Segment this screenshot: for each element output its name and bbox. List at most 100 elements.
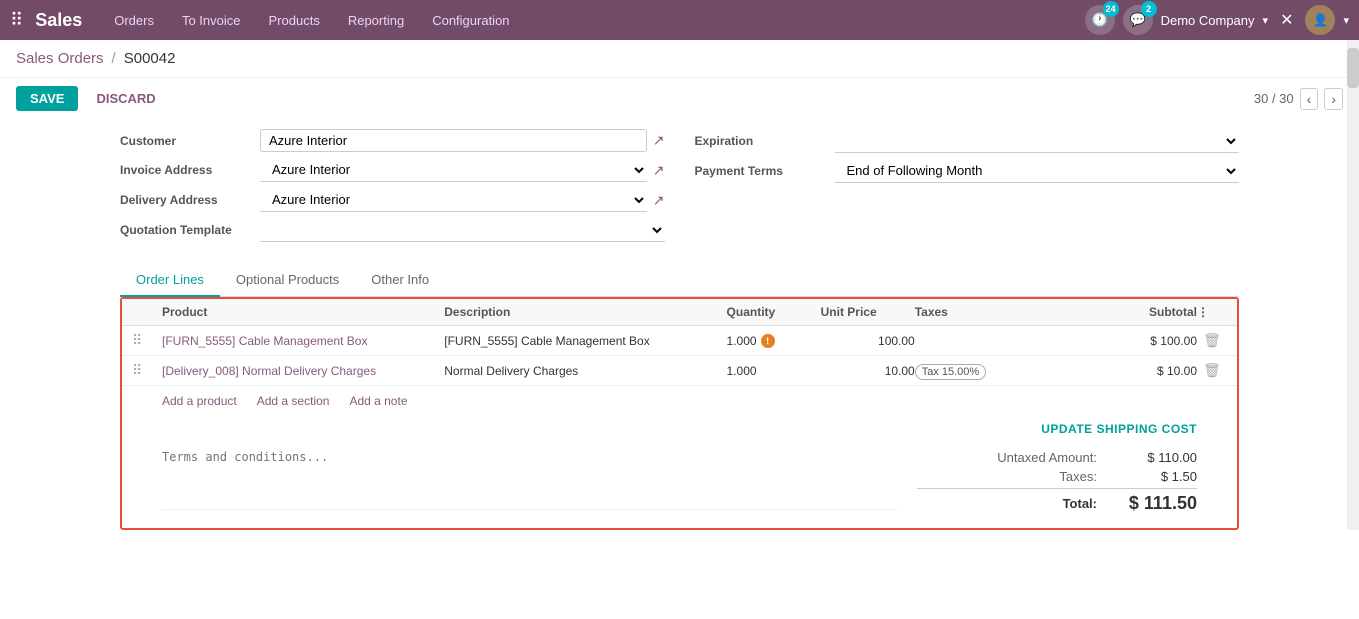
product-name-2[interactable]: [Delivery_008] Normal Delivery Charges — [162, 364, 444, 378]
add-section-link[interactable]: Add a section — [257, 394, 330, 408]
customer-input[interactable] — [260, 129, 647, 152]
product-name-1[interactable]: [FURN_5555] Cable Management Box — [162, 334, 444, 348]
breadcrumb-parent[interactable]: Sales Orders — [16, 50, 104, 67]
save-button[interactable]: SAVE — [16, 86, 78, 111]
expiration-field-row: Expiration — [695, 129, 1240, 153]
header-unit-price: Unit Price — [821, 305, 915, 319]
totals-table: Untaxed Amount: $ 110.00 Taxes: $ 1.50 T… — [917, 450, 1197, 518]
untaxed-label: Untaxed Amount: — [967, 450, 1097, 465]
shipping-row: UPDATE SHIPPING COST — [122, 416, 1237, 442]
invoice-address-value: Azure Interior ↗ — [260, 158, 665, 182]
quotation-template-value — [260, 218, 665, 242]
terms-input[interactable] — [162, 450, 897, 510]
drag-handle[interactable]: ⠿ — [132, 332, 162, 349]
add-product-link[interactable]: Add a product — [162, 394, 237, 408]
subtotal-2: $ 10.00 — [1056, 364, 1197, 378]
header-description: Description — [444, 305, 726, 319]
scroll-thumb[interactable] — [1347, 48, 1359, 88]
toolbar: SAVE DISCARD 30 / 30 ‹ › — [0, 78, 1359, 119]
quantity-1: 1.000 ! — [727, 334, 821, 348]
breadcrumb-separator: / — [112, 50, 116, 67]
top-navigation: ⠿ Sales Orders To Invoice Products Repor… — [0, 0, 1359, 40]
tabs-bar: Order Lines Optional Products Other Info — [120, 264, 1239, 297]
pagination: 30 / 30 ‹ › — [1254, 88, 1343, 110]
company-dropdown-arrow[interactable]: ▾ — [1263, 14, 1269, 27]
taxes-row: Taxes: $ 1.50 — [917, 469, 1197, 484]
tax-badge: Tax 15.00% — [915, 364, 986, 380]
invoice-address-label: Invoice Address — [120, 163, 260, 177]
nav-orders[interactable]: Orders — [102, 7, 166, 34]
user-dropdown-arrow[interactable]: ▾ — [1343, 14, 1349, 27]
invoice-address-external-link[interactable]: ↗ — [653, 162, 665, 179]
payment-terms-select[interactable]: End of Following Month — [835, 159, 1240, 183]
nav-to-invoice[interactable]: To Invoice — [170, 7, 253, 34]
add-note-link[interactable]: Add a note — [349, 394, 407, 408]
quotation-template-select[interactable] — [260, 218, 665, 242]
activity-button[interactable]: 🕐 24 — [1085, 5, 1115, 35]
customer-external-link[interactable]: ↗ — [653, 132, 665, 149]
nav-links: Orders To Invoice Products Reporting Con… — [102, 7, 1084, 34]
expiration-value — [835, 129, 1240, 153]
taxes-2: Tax 15.00% — [915, 364, 1056, 378]
quantity-info-icon[interactable]: ! — [761, 334, 775, 348]
activity-badge: 24 — [1103, 1, 1119, 17]
drag-handle-2[interactable]: ⠿ — [132, 362, 162, 379]
scrollbar[interactable] — [1347, 40, 1359, 530]
table-row: ⠿ [Delivery_008] Normal Delivery Charges… — [122, 356, 1237, 386]
company-name[interactable]: Demo Company — [1161, 13, 1255, 28]
customer-field-row: Customer ↗ — [120, 129, 665, 152]
delete-row-2[interactable]: 🗑 — [1197, 362, 1227, 379]
user-avatar[interactable]: 👤 — [1305, 5, 1335, 35]
header-product: Product — [162, 305, 444, 319]
form-section: Customer ↗ Invoice Address Azure Interio… — [0, 119, 1359, 248]
unit-price-1[interactable]: 100.00 — [821, 334, 915, 348]
tab-optional-products[interactable]: Optional Products — [220, 264, 355, 297]
terms-area — [162, 450, 897, 518]
header-subtotal: Subtotal — [1056, 305, 1197, 319]
quantity-2: 1.000 — [727, 364, 821, 378]
untaxed-value: $ 110.00 — [1117, 450, 1197, 465]
taxes-value: $ 1.50 — [1117, 469, 1197, 484]
untaxed-amount-row: Untaxed Amount: $ 110.00 — [917, 450, 1197, 465]
expiration-select[interactable] — [835, 129, 1240, 153]
delete-row-1[interactable]: 🗑 — [1197, 332, 1227, 349]
tab-order-lines[interactable]: Order Lines — [120, 264, 220, 297]
apps-icon[interactable]: ⠿ — [10, 10, 23, 31]
app-name: Sales — [35, 10, 82, 31]
total-label: Total: — [967, 496, 1097, 511]
quotation-template-label: Quotation Template — [120, 223, 260, 237]
nav-products[interactable]: Products — [257, 7, 332, 34]
payment-terms-label: Payment Terms — [695, 164, 835, 178]
prev-record-button[interactable]: ‹ — [1300, 88, 1319, 110]
breadcrumb: Sales Orders / S00042 — [0, 40, 1359, 78]
discard-button[interactable]: DISCARD — [86, 86, 165, 111]
toolbar-actions: SAVE DISCARD — [16, 86, 166, 111]
delivery-address-external-link[interactable]: ↗ — [653, 192, 665, 209]
unit-price-2[interactable]: 10.00 — [821, 364, 915, 378]
messages-button[interactable]: 💬 2 — [1123, 5, 1153, 35]
nav-configuration[interactable]: Configuration — [420, 7, 521, 34]
header-taxes: Taxes — [915, 305, 1056, 319]
description-2: Normal Delivery Charges — [444, 364, 726, 378]
update-shipping-button[interactable]: UPDATE SHIPPING COST — [1041, 422, 1197, 436]
customer-label: Customer — [120, 134, 260, 148]
pagination-label: 30 / 30 — [1254, 91, 1294, 106]
table-row: ⠿ [FURN_5555] Cable Management Box [FURN… — [122, 326, 1237, 356]
tab-other-info[interactable]: Other Info — [355, 264, 445, 297]
delivery-address-label: Delivery Address — [120, 193, 260, 207]
invoice-address-field-row: Invoice Address Azure Interior ↗ — [120, 158, 665, 182]
header-quantity: Quantity — [727, 305, 821, 319]
delivery-address-field-row: Delivery Address Azure Interior ↗ — [120, 188, 665, 212]
nav-right: 🕐 24 💬 2 Demo Company ▾ ✕ 👤 ▾ — [1085, 5, 1349, 35]
form-grid: Customer ↗ Invoice Address Azure Interio… — [120, 129, 1239, 248]
customer-value: ↗ — [260, 129, 665, 152]
next-record-button[interactable]: › — [1324, 88, 1343, 110]
delivery-address-select[interactable]: Azure Interior — [260, 188, 647, 212]
header-drag — [132, 305, 162, 319]
close-button[interactable]: ✕ — [1280, 10, 1293, 30]
grand-total-row: Total: $ 111.50 — [917, 493, 1197, 514]
total-divider — [917, 488, 1197, 489]
nav-reporting[interactable]: Reporting — [336, 7, 416, 34]
invoice-address-select[interactable]: Azure Interior — [260, 158, 647, 182]
add-actions: Add a product Add a section Add a note — [122, 386, 1237, 416]
